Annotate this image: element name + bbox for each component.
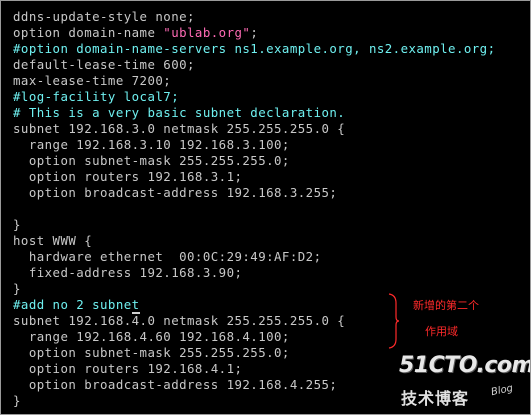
terminal-line: #log-facility local7; bbox=[13, 89, 179, 105]
config-text: subnet 192.168.4.0 netmask 255.255.255.0… bbox=[13, 313, 346, 328]
terminal-line: option routers 192.168.3.1; bbox=[13, 169, 242, 185]
terminal-line: host WWW { bbox=[13, 233, 92, 249]
terminal-line: option subnet-mask 255.255.255.0; bbox=[13, 345, 290, 361]
terminal-line: range 192.168.4.60 192.168.4.100; bbox=[13, 329, 290, 345]
red-bracket-annotation bbox=[388, 293, 399, 349]
annotation-label-line1: 新增的第二个 bbox=[413, 299, 479, 312]
terminal-line: option subnet-mask 255.255.255.0; bbox=[13, 153, 290, 169]
config-text: option domain-name bbox=[13, 25, 164, 40]
terminal-line: option broadcast-address 192.168.3.255; bbox=[13, 185, 337, 201]
config-text: range 192.168.3.10 192.168.3.100; bbox=[13, 137, 290, 152]
terminal-line: subnet 192.168.4.0 netmask 255.255.255.0… bbox=[13, 313, 345, 329]
terminal-line: option domain-name "ublab.org"; bbox=[13, 25, 258, 41]
config-text: option routers 192.168.4.1; bbox=[13, 361, 243, 376]
config-text: max-lease-time 7200; bbox=[13, 73, 172, 88]
config-text: subnet 192.168.3.0 netmask 255.255.255.0… bbox=[13, 121, 346, 136]
site-watermark: 51CTO.com 技术博客 Blog bbox=[399, 353, 531, 413]
config-text: } bbox=[13, 281, 21, 296]
config-text: option subnet-mask 255.255.255.0; bbox=[13, 153, 290, 168]
config-text: hardware ethernet 00:0C:29:49:AF:D2; bbox=[13, 249, 322, 264]
terminal-line: subnet 192.168.3.0 netmask 255.255.255.0… bbox=[13, 121, 345, 137]
terminal-line: option broadcast-address 192.168.4.255; bbox=[13, 377, 337, 393]
config-text: default-lease-time 600; bbox=[13, 57, 195, 72]
comment-text: #option domain-name-servers ns1.example.… bbox=[13, 41, 496, 56]
watermark-subtitle: 技术博客 bbox=[401, 389, 470, 408]
config-text: } bbox=[13, 393, 21, 408]
terminal-line: } bbox=[13, 217, 21, 233]
config-text: host WWW { bbox=[13, 233, 93, 248]
terminal-line: #add no 2 subnet bbox=[13, 297, 140, 314]
terminal-line: #option domain-name-servers ns1.example.… bbox=[13, 41, 496, 57]
comment-text: # This is a very basic subnet declaratio… bbox=[13, 105, 346, 120]
config-text: option broadcast-address 192.168.3.255; bbox=[13, 185, 338, 200]
comment-text: #add no 2 subne bbox=[13, 297, 132, 312]
annotation-label-line2: 作用域 bbox=[425, 325, 458, 338]
config-text: range 192.168.4.60 192.168.4.100; bbox=[13, 329, 290, 344]
watermark-tag: Blog bbox=[490, 382, 515, 399]
terminal-line: # This is a very basic subnet declaratio… bbox=[13, 105, 345, 121]
config-text: } bbox=[13, 217, 21, 232]
terminal-line: max-lease-time 7200; bbox=[13, 73, 171, 89]
text-cursor: t bbox=[131, 297, 140, 314]
terminal-line: option routers 192.168.4.1; bbox=[13, 361, 242, 377]
config-text: ddns-update-style none; bbox=[13, 9, 195, 24]
comment-text: #log-facility local7; bbox=[13, 89, 180, 104]
terminal-line: fixed-address 192.168.3.90; bbox=[13, 265, 242, 281]
terminal-line: } bbox=[13, 281, 21, 297]
watermark-logo: 51CTO.com bbox=[399, 353, 531, 378]
terminal-line: default-lease-time 600; bbox=[13, 57, 195, 73]
string-literal: "ublab.org" bbox=[163, 25, 251, 40]
terminal-line: ddns-update-style none; bbox=[13, 9, 195, 25]
config-text: ; bbox=[250, 25, 259, 40]
terminal-line: hardware ethernet 00:0C:29:49:AF:D2; bbox=[13, 249, 321, 265]
terminal-line: } bbox=[13, 393, 21, 409]
terminal-line: range 192.168.3.10 192.168.3.100; bbox=[13, 137, 290, 153]
config-text: fixed-address 192.168.3.90; bbox=[13, 265, 243, 280]
config-text: option routers 192.168.3.1; bbox=[13, 169, 243, 184]
config-text: option subnet-mask 255.255.255.0; bbox=[13, 345, 290, 360]
terminal-screenshot: ddns-update-style none; option domain-nam… bbox=[0, 0, 531, 415]
config-text: option broadcast-address 192.168.4.255; bbox=[13, 377, 338, 392]
